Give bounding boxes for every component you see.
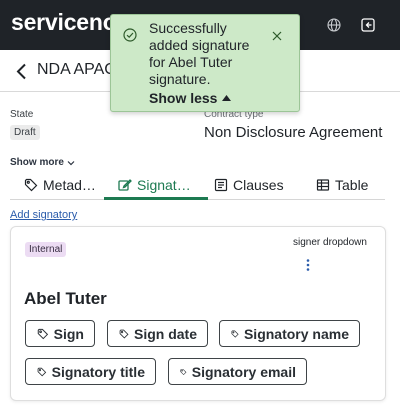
chip-label: Signatory name — [243, 325, 349, 342]
chip-label: Signatory title — [51, 363, 145, 380]
chip-label: Sign date — [133, 325, 197, 342]
signatory-email-field-chip[interactable]: Signatory email — [168, 358, 307, 385]
state-label: State — [10, 109, 34, 120]
caret-up-icon — [222, 95, 232, 101]
tab-table[interactable]: Table — [316, 170, 368, 200]
tag-icon — [231, 330, 239, 338]
show-less-button[interactable]: Show less — [149, 90, 232, 106]
signatory-name-field-chip[interactable]: Signatory name — [219, 320, 360, 347]
close-icon[interactable] — [271, 30, 283, 42]
chevron-down-icon — [67, 160, 75, 165]
more-options-icon[interactable] — [302, 257, 314, 273]
exit-icon[interactable] — [356, 13, 380, 37]
toast-message: Successfully added signature for Abel Tu… — [149, 20, 250, 87]
signer-name: Abel Tuter — [24, 289, 107, 308]
tab-metadata[interactable]: Metad… — [24, 170, 96, 200]
show-more-label: Show more — [10, 157, 64, 168]
document-list-icon — [214, 178, 228, 192]
tab-signatories[interactable]: Signat… — [118, 170, 191, 200]
tab-table-label: Table — [335, 177, 369, 193]
tag-icon — [37, 328, 49, 339]
tag-icon — [24, 178, 38, 192]
tab-clauses[interactable]: Clauses — [214, 170, 284, 200]
tag-icon — [119, 329, 129, 339]
sign-date-field-chip[interactable]: Sign date — [107, 320, 208, 347]
contract-type-value: Non Disclosure Agreement — [204, 124, 383, 141]
signer-dropdown-label: signer dropdown — [293, 237, 367, 248]
signatory-card: Internal signer dropdown Abel Tuter Sign… — [10, 226, 386, 401]
tab-metadata-label: Metad… — [43, 177, 96, 193]
state-badge: Draft — [10, 125, 40, 140]
globe-icon[interactable] — [322, 13, 346, 37]
active-tab-indicator — [104, 197, 208, 200]
record-title: NDA APAC — [37, 61, 116, 78]
show-more-link[interactable]: Show more — [10, 157, 75, 168]
signatory-title-field-chip[interactable]: Signatory title — [25, 358, 156, 385]
tab-clauses-label: Clauses — [233, 177, 284, 193]
sign-field-chip[interactable]: Sign — [25, 320, 95, 347]
check-circle-icon — [123, 28, 137, 42]
show-less-label: Show less — [149, 90, 218, 106]
record-tabs: Metad… Signat… Clauses Table — [10, 170, 385, 200]
internal-badge: Internal — [25, 242, 67, 257]
tag-icon — [180, 368, 187, 375]
add-signatory-link[interactable]: Add signatory — [10, 209, 77, 221]
table-icon — [316, 179, 330, 191]
chip-label: Sign — [53, 325, 84, 342]
tag-icon — [37, 367, 47, 376]
pencil-icon — [118, 179, 132, 191]
chip-label: Signatory email — [191, 363, 296, 380]
success-toast: Successfully added signature for Abel Tu… — [110, 14, 300, 112]
chevron-left-icon[interactable] — [12, 62, 30, 80]
tab-signatories-label: Signat… — [137, 177, 191, 193]
